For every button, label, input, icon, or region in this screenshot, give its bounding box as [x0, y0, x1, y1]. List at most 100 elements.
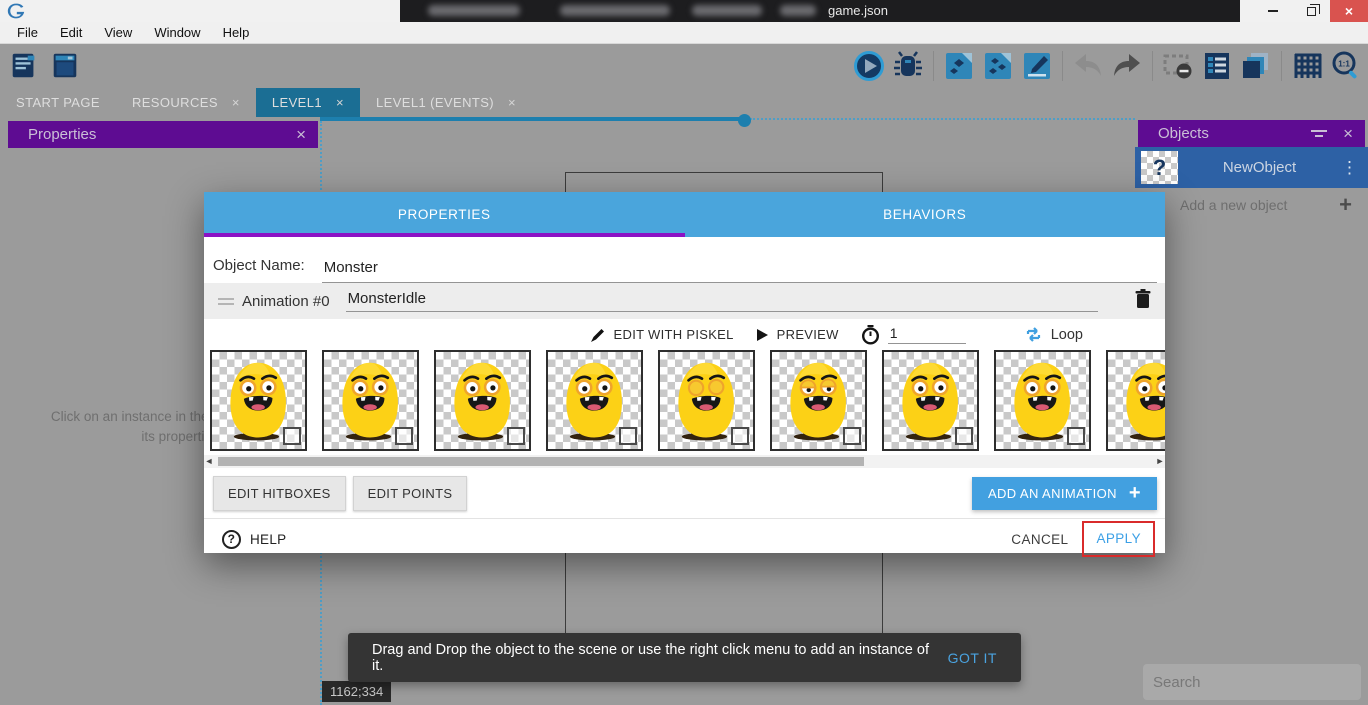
minimize-icon — [1268, 10, 1278, 12]
dialog-action-row: EDIT HITBOXES EDIT POINTS ADD AN ANIMATI… — [204, 472, 1165, 514]
redo-icon[interactable] — [1109, 48, 1145, 84]
help-button[interactable]: ? HELP — [222, 530, 286, 549]
tab-level1[interactable]: LEVEL1× — [256, 88, 360, 117]
animation-frame[interactable] — [770, 350, 867, 451]
menu-help[interactable]: Help — [214, 23, 259, 42]
scene-window-icon[interactable] — [47, 48, 83, 84]
undo-icon[interactable] — [1070, 48, 1106, 84]
object-thumbnail-question-icon: ? — [1141, 151, 1178, 184]
layers-icon[interactable] — [1238, 48, 1274, 84]
publish-icon[interactable] — [980, 48, 1016, 84]
scroll-left-arrow-icon[interactable]: ◄ — [204, 455, 214, 468]
brush-icon — [590, 327, 606, 343]
scrollbar-thumb[interactable] — [218, 457, 864, 466]
add-animation-button[interactable]: ADD AN ANIMATION + — [972, 477, 1157, 510]
object-context-menu-icon[interactable]: ⋮ — [1341, 158, 1368, 178]
object-name-input[interactable] — [322, 259, 1157, 283]
menu-view[interactable]: View — [95, 23, 141, 42]
zoom-1-1-icon[interactable]: 1:1 — [1328, 48, 1364, 84]
properties-close-icon[interactable]: × — [296, 125, 306, 145]
animation-frame[interactable] — [658, 350, 755, 451]
animation-frame[interactable] — [882, 350, 979, 451]
dialog-tab-bar: PROPERTIES BEHAVIORS — [204, 192, 1165, 237]
play-triangle-icon — [756, 328, 769, 342]
frame-checkbox[interactable] — [283, 427, 301, 445]
monster-sprite — [1113, 353, 1166, 448]
menu-window[interactable]: Window — [145, 23, 209, 42]
close-button[interactable]: × — [1330, 0, 1368, 22]
frame-checkbox[interactable] — [955, 427, 973, 445]
export-icon[interactable] — [941, 48, 977, 84]
scroll-right-arrow-icon[interactable]: ► — [1155, 455, 1165, 468]
tab-close-icon[interactable]: × — [336, 95, 344, 110]
frame-checkbox[interactable] — [507, 427, 525, 445]
edit-points-button[interactable]: EDIT POINTS — [353, 476, 468, 511]
redacted-text — [692, 5, 762, 16]
animation-frame[interactable] — [546, 350, 643, 451]
delete-animation-button[interactable] — [1135, 289, 1151, 314]
tab-level1-events[interactable]: LEVEL1 (EVENTS)× — [360, 88, 532, 117]
hint-snackbar: Drag and Drop the object to the scene or… — [348, 633, 1021, 682]
filter-icon[interactable] — [1311, 130, 1327, 137]
apply-button[interactable]: APPLY — [1096, 531, 1141, 546]
animation-frame[interactable] — [1106, 350, 1165, 451]
add-object-plus-icon: + — [1339, 194, 1368, 216]
dialog-tab-behaviors[interactable]: BEHAVIORS — [685, 192, 1166, 237]
debug-icon[interactable] — [890, 48, 926, 84]
trash-icon — [1135, 289, 1151, 309]
object-name-field-label: Object Name: — [213, 257, 305, 283]
frames-scrollbar[interactable]: ◄ ► — [204, 455, 1165, 468]
animation-frame[interactable] — [210, 350, 307, 451]
objects-panel-header: Objects × — [1138, 120, 1365, 147]
object-editor-dialog: PROPERTIES BEHAVIORS Object Name: Animat… — [204, 192, 1165, 553]
edit-with-piskel-button[interactable]: EDIT WITH PISKEL — [590, 327, 734, 343]
properties-panel-header: Properties × — [8, 121, 318, 148]
redacted-title-path: game.json — [400, 0, 1240, 22]
animation-frame[interactable] — [994, 350, 1091, 451]
play-icon[interactable] — [851, 48, 887, 84]
frame-checkbox[interactable] — [731, 427, 749, 445]
frame-checkbox[interactable] — [395, 427, 413, 445]
cancel-button[interactable]: CANCEL — [1001, 524, 1078, 555]
animation-name-input[interactable] — [346, 290, 1098, 312]
menu-file[interactable]: File — [8, 23, 47, 42]
dialog-tab-properties[interactable]: PROPERTIES — [204, 192, 685, 237]
toolbar: 1:1 — [0, 44, 1368, 88]
edit-hitboxes-button[interactable]: EDIT HITBOXES — [213, 476, 346, 511]
tab-start-page[interactable]: START PAGE — [0, 88, 116, 117]
frame-checkbox[interactable] — [619, 427, 637, 445]
toolbar-left-group — [0, 48, 83, 84]
cursor-coordinates: 1162;334 — [322, 681, 391, 702]
edit-scene-icon[interactable] — [1019, 48, 1055, 84]
animation-frame[interactable] — [434, 350, 531, 451]
object-search-input[interactable] — [1153, 674, 1352, 691]
frame-checkbox[interactable] — [1067, 427, 1085, 445]
project-manager-icon[interactable] — [6, 48, 42, 84]
objects-panel-title: Objects — [1158, 125, 1311, 142]
loop-toggle[interactable]: Loop — [1024, 326, 1083, 343]
add-new-object-row[interactable]: Add a new object + — [1135, 188, 1368, 222]
minimize-button[interactable] — [1254, 0, 1292, 22]
preview-button[interactable]: PREVIEW — [756, 327, 839, 342]
frame-checkbox[interactable] — [843, 427, 861, 445]
animation-frames-strip — [204, 350, 1165, 455]
got-it-button[interactable]: GOT IT — [948, 650, 997, 666]
toolbar-separator — [1062, 51, 1063, 81]
tab-close-icon[interactable]: × — [508, 95, 516, 110]
objects-list-icon[interactable] — [1199, 48, 1235, 84]
gdevelop-logo-icon — [6, 2, 26, 20]
drag-handle-icon[interactable] — [218, 298, 234, 305]
animation-row: Animation #0 — [204, 283, 1165, 319]
time-between-frames-input[interactable] — [888, 325, 966, 344]
object-list-item-newobject[interactable]: ? NewObject ⋮ — [1135, 147, 1368, 188]
tab-resources[interactable]: RESOURCES× — [116, 88, 256, 117]
apply-highlight-box: APPLY — [1082, 521, 1155, 557]
objects-close-icon[interactable]: × — [1343, 124, 1353, 144]
menu-bar: File Edit View Window Help — [0, 22, 1368, 44]
menu-edit[interactable]: Edit — [51, 23, 91, 42]
tab-close-icon[interactable]: × — [232, 95, 240, 110]
restore-button[interactable] — [1292, 0, 1330, 22]
animation-frame[interactable] — [322, 350, 419, 451]
grid-icon[interactable] — [1289, 48, 1325, 84]
delete-instances-icon[interactable] — [1160, 48, 1196, 84]
